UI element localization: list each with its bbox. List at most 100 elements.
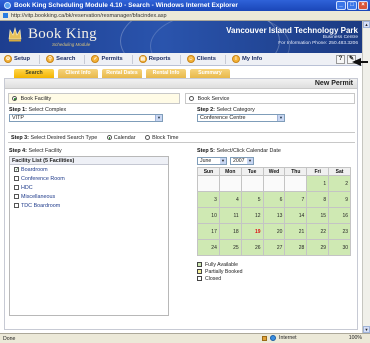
nav-setup[interactable]: ⚙ Setup bbox=[4, 55, 30, 63]
calendar-week: 24 25 26 27 28 29 30 bbox=[197, 239, 351, 256]
tab-search[interactable]: Search bbox=[14, 69, 54, 78]
help-button[interactable]: ? bbox=[336, 55, 345, 64]
calendar-day[interactable]: 15 bbox=[306, 207, 330, 224]
calendar-day[interactable]: 6 bbox=[262, 191, 286, 208]
calendar-radio[interactable] bbox=[106, 135, 112, 141]
calendar-day[interactable]: 18 bbox=[218, 223, 242, 240]
calendar-day[interactable]: 20 bbox=[262, 223, 286, 240]
facility-item-conference-room[interactable]: Conference Room bbox=[10, 174, 168, 183]
nav-reports-label: Reports bbox=[148, 56, 171, 62]
facility-item-hdc[interactable]: HDC bbox=[10, 183, 168, 192]
zoom-level[interactable]: 100% bbox=[349, 335, 362, 341]
book-facility-radio[interactable] bbox=[12, 96, 17, 101]
scroll-down-arrow-icon[interactable]: ▼ bbox=[363, 326, 370, 333]
calendar-day[interactable]: 24 bbox=[197, 239, 220, 256]
nav-search[interactable]: ⚲ Search bbox=[46, 55, 75, 63]
category-select[interactable]: Conference Centre ▼ bbox=[197, 114, 285, 122]
calendar-day[interactable]: 16 bbox=[328, 207, 351, 224]
scroll-up-arrow-icon[interactable]: ▲ bbox=[363, 21, 370, 28]
facility-item-miscellaneous[interactable]: Miscellaneous bbox=[10, 192, 168, 201]
calendar-day[interactable]: 3 bbox=[197, 191, 220, 208]
facility-name: HDC bbox=[21, 184, 33, 191]
nav-my-info[interactable]: i My Info bbox=[231, 55, 262, 63]
step3-text: Select Desired Search Type bbox=[30, 135, 98, 141]
calendar-day[interactable]: 28 bbox=[284, 239, 308, 256]
nav-permits-label: Permits bbox=[101, 56, 123, 62]
calendar-day[interactable]: 19 bbox=[240, 223, 264, 240]
favicon-icon bbox=[3, 13, 8, 18]
step2-heading: Step 2: Select Category bbox=[197, 107, 255, 113]
calendar-empty-cell bbox=[284, 175, 308, 192]
checkbox[interactable] bbox=[14, 194, 19, 199]
year-select[interactable]: 2007 ▼ bbox=[230, 157, 254, 165]
minimize-button[interactable]: _ bbox=[336, 1, 346, 10]
nav-permits[interactable]: ✓ Permits bbox=[91, 55, 123, 63]
calendar-day[interactable]: 22 bbox=[306, 223, 330, 240]
checkbox[interactable] bbox=[14, 176, 19, 181]
calendar-day[interactable]: 27 bbox=[262, 239, 286, 256]
checkbox[interactable] bbox=[14, 203, 19, 208]
book-facility-option[interactable]: Book Facility bbox=[8, 93, 180, 104]
book-service-option[interactable]: Book Service bbox=[185, 93, 355, 104]
window-controls: _ □ × bbox=[336, 1, 368, 10]
facility-name: Conference Room bbox=[21, 175, 65, 182]
nav-search-label: Search bbox=[56, 56, 76, 62]
facility-item-boardroom[interactable]: ✓ Boardroom bbox=[10, 165, 168, 174]
info-icon: i bbox=[231, 55, 240, 63]
block-time-option[interactable]: Block Time bbox=[145, 135, 178, 141]
book-service-radio[interactable] bbox=[189, 96, 194, 101]
organization-name: Vancouver Island Technology Park bbox=[226, 26, 358, 35]
calendar-day[interactable]: 21 bbox=[284, 223, 308, 240]
chevron-down-icon[interactable]: ▼ bbox=[247, 158, 253, 164]
month-select[interactable]: June ▼ bbox=[197, 157, 227, 165]
calendar-day[interactable]: 9 bbox=[328, 191, 351, 208]
ie-logo-icon bbox=[4, 2, 11, 9]
facility-item-tdc-boardroom[interactable]: TDC Boardroom bbox=[10, 201, 168, 210]
calendar-day[interactable]: 13 bbox=[262, 207, 286, 224]
block-time-radio[interactable] bbox=[145, 135, 151, 141]
calendar-day[interactable]: 2 bbox=[328, 175, 351, 192]
calendar-day[interactable]: 5 bbox=[240, 191, 264, 208]
complex-select-value: VITP bbox=[12, 115, 24, 121]
calendar-option[interactable]: Calendar bbox=[106, 135, 137, 141]
calendar-day[interactable]: 17 bbox=[197, 223, 220, 240]
tab-summary[interactable]: Summary bbox=[190, 69, 230, 78]
calendar-day[interactable]: 10 bbox=[197, 207, 220, 224]
chevron-down-icon[interactable]: ▼ bbox=[277, 115, 284, 121]
complex-select[interactable]: VITP ▼ bbox=[9, 114, 163, 122]
tab-rental-dates[interactable]: Rental Dates bbox=[102, 69, 142, 78]
calendar-day[interactable]: 11 bbox=[218, 207, 242, 224]
nav-reports[interactable]: ▤ Reports bbox=[138, 55, 171, 63]
calendar-day[interactable]: 1 bbox=[306, 175, 330, 192]
chevron-down-icon[interactable]: ▼ bbox=[220, 158, 226, 164]
nav-clients[interactable]: ☺ Clients bbox=[186, 55, 216, 63]
calendar-option-label: Calendar bbox=[113, 135, 136, 141]
legend-swatch-partial bbox=[197, 269, 202, 274]
address-bar[interactable]: http://vitp.bookking.ca/bk/reservation/r… bbox=[0, 11, 370, 21]
checkbox-checked[interactable]: ✓ bbox=[14, 167, 19, 173]
maximize-button[interactable]: □ bbox=[347, 1, 357, 10]
calendar-day[interactable]: 14 bbox=[284, 207, 308, 224]
close-button[interactable]: × bbox=[358, 1, 368, 10]
tab-client-info[interactable]: Client Info bbox=[58, 69, 98, 78]
chevron-down-icon[interactable]: ▼ bbox=[155, 115, 162, 121]
calendar-day[interactable]: 25 bbox=[218, 239, 242, 256]
checkbox[interactable] bbox=[14, 185, 19, 190]
vertical-scrollbar[interactable]: ▲ ▼ bbox=[362, 21, 370, 333]
weekday-header: Wed bbox=[262, 167, 286, 176]
month-value: June bbox=[200, 158, 212, 164]
calendar-day[interactable]: 30 bbox=[328, 239, 351, 256]
calendar-day[interactable]: 4 bbox=[218, 191, 242, 208]
window-title: Book King Scheduling Module 4.10 - Searc… bbox=[14, 2, 238, 9]
calendar-day[interactable]: 26 bbox=[240, 239, 264, 256]
tab-rental-info[interactable]: Rental Info bbox=[146, 69, 186, 78]
calendar-day[interactable]: 29 bbox=[306, 239, 330, 256]
calendar-day[interactable]: 23 bbox=[328, 223, 351, 240]
calendar-day[interactable]: 8 bbox=[306, 191, 330, 208]
step5-text: Select/Click Calendar Date bbox=[216, 148, 281, 154]
block-time-option-label: Block Time bbox=[152, 135, 179, 141]
address-url[interactable]: http://vitp.bookking.ca/bk/reservation/r… bbox=[11, 13, 167, 19]
calendar-day[interactable]: 7 bbox=[284, 191, 308, 208]
calendar-day[interactable]: 12 bbox=[240, 207, 264, 224]
window-titlebar: Book King Scheduling Module 4.10 - Searc… bbox=[0, 0, 370, 11]
